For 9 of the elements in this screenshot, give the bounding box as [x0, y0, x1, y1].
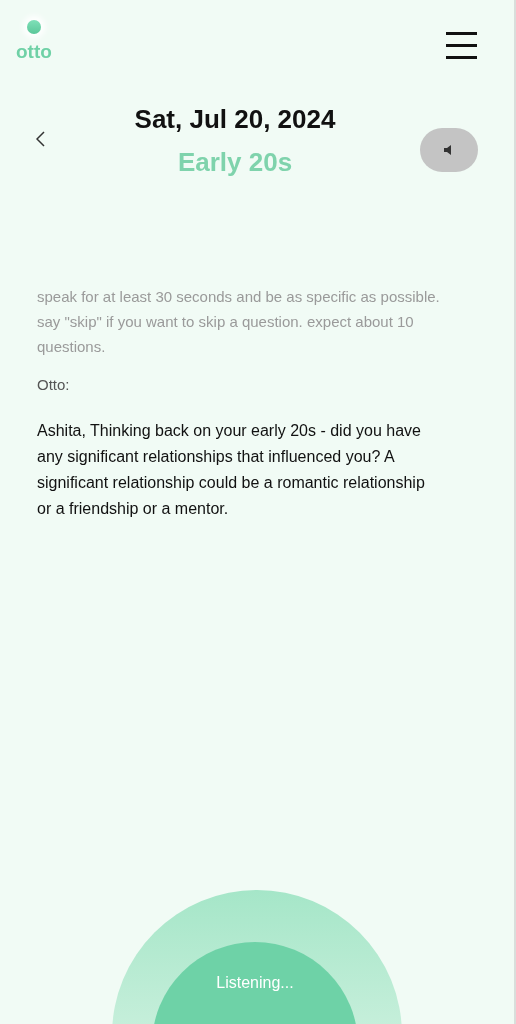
logo-text: otto: [16, 42, 52, 61]
instructions-text: speak for at least 30 seconds and be as specific as possible. say "skip" if you want to skip a question. expect about 10 questions.: [37, 287, 441, 357]
back-chevron-icon[interactable]: [36, 131, 45, 147]
menu-icon[interactable]: [446, 30, 477, 61]
audio-toggle-button[interactable]: [420, 128, 478, 172]
date-title: Sat, Jul 20, 2024: [134, 103, 336, 135]
period-subtitle: Early 20s: [177, 146, 293, 178]
question-text: Ashita, Thinking back on your early 20s - did you have any significant relationships that influenced you? A significant relationship could be a romantic relationship or a friendship or a mentor.: [37, 421, 426, 519]
speaker-label: Otto:: [37, 375, 71, 395]
